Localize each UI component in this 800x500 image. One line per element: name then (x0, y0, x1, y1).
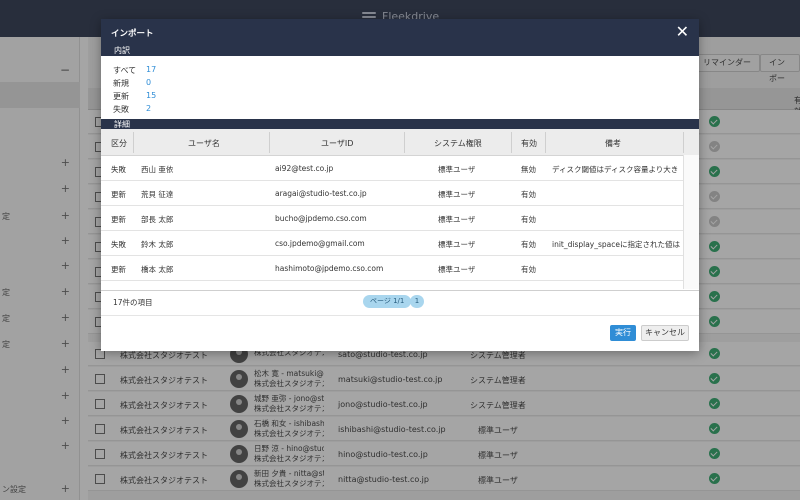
col-userid[interactable]: ユーザID (321, 138, 353, 149)
divider (101, 290, 699, 291)
divider (101, 315, 699, 316)
kind-cell: 更新 (111, 190, 126, 199)
summary-key: 失敗 (113, 105, 129, 114)
col-kind[interactable]: 区分 (111, 138, 127, 149)
column-divider (404, 132, 405, 153)
summary-failed: 失敗 2 (113, 104, 173, 116)
role-cell: 標準ユーザ (438, 240, 476, 249)
col-enabled[interactable]: 有効 (521, 138, 537, 149)
kind-cell: 更新 (111, 215, 126, 224)
column-divider (133, 132, 134, 153)
role-cell: 標準ユーザ (438, 265, 476, 274)
userid-cell: cso.jpdemo@gmail.com (275, 239, 365, 248)
enabled-cell: 有効 (521, 215, 536, 224)
table-row[interactable]: 失敗 鈴木 太郎 cso.jpdemo@gmail.com 標準ユーザ 有効 i… (101, 231, 699, 256)
username-cell: 西山 亜依 (141, 165, 174, 174)
col-role[interactable]: システム権限 (434, 138, 482, 149)
table-row[interactable]: 更新 部長 太郎 bucho@jpdemo.cso.com 標準ユーザ 有効 (101, 206, 699, 231)
col-username[interactable]: ユーザ名 (188, 138, 220, 149)
page-indicator: ページ 1/1 (363, 295, 412, 308)
col-note[interactable]: 備考 (605, 138, 621, 149)
username-cell: 橋本 太郎 (141, 265, 174, 274)
column-divider (269, 132, 270, 153)
page-number-button[interactable]: 1 (410, 295, 424, 308)
note-cell: init_display_spaceに指定された値は[ (552, 240, 680, 249)
dialog-title: インポート (111, 29, 154, 39)
table-row[interactable]: 更新 橋本 太郎 hashimoto@jpdemo.cso.com 標準ユーザ … (101, 256, 699, 281)
userid-cell: ai92@test.co.jp (275, 164, 334, 173)
userid-cell: aragai@studio-test.co.jp (275, 189, 367, 198)
username-cell: 鈴木 太郎 (141, 240, 174, 249)
kind-cell: 更新 (111, 265, 126, 274)
enabled-cell: 有効 (521, 240, 536, 249)
enabled-cell: 有効 (521, 190, 536, 199)
execute-button[interactable]: 実行 (610, 325, 636, 341)
kind-cell: 失敗 (111, 165, 126, 174)
username-cell: 部長 太郎 (141, 215, 174, 224)
summary-value[interactable]: 2 (146, 104, 151, 113)
import-dialog: インポート ✕ 内訳 すべて 17 新規 0 更新 15 失敗 2 詳細 区分 ユーザ名… (101, 19, 699, 351)
detail-scrollbar[interactable] (683, 155, 699, 289)
enabled-cell: 有効 (521, 265, 536, 274)
summary-new: 新規 0 (113, 78, 173, 90)
column-divider (683, 132, 684, 153)
role-cell: 標準ユーザ (438, 215, 476, 224)
item-count: 17件の項目 (113, 298, 153, 307)
summary-key: すべて (113, 66, 137, 75)
role-cell: 標準ユーザ (438, 190, 476, 199)
summary-label: 内訳 (114, 46, 130, 55)
kind-cell: 失敗 (111, 240, 126, 249)
table-row[interactable]: 更新 荒貝 征達 aragai@studio-test.co.jp 標準ユーザ … (101, 181, 699, 206)
summary-all: すべて 17 (113, 65, 173, 77)
summary-key: 更新 (113, 92, 129, 101)
note-cell: ディスク閾値はディスク容量より大き (552, 165, 679, 174)
summary-value[interactable]: 15 (146, 91, 156, 100)
table-row[interactable]: 失敗 西山 亜依 ai92@test.co.jp 標準ユーザ 無効 ディスク閾値… (101, 156, 699, 181)
cancel-button[interactable]: キャンセル (641, 325, 689, 341)
summary-key: 新規 (113, 79, 129, 88)
userid-cell: hashimoto@jpdemo.cso.com (275, 264, 384, 273)
summary-section-header: 内訳 (101, 45, 699, 56)
enabled-cell: 無効 (521, 165, 536, 174)
summary-updated: 更新 15 (113, 91, 173, 103)
column-divider (511, 132, 512, 153)
userid-cell: bucho@jpdemo.cso.com (275, 214, 367, 223)
column-divider (545, 132, 546, 153)
username-cell: 荒貝 征達 (141, 190, 174, 199)
close-icon[interactable]: ✕ (676, 23, 689, 41)
role-cell: 標準ユーザ (438, 165, 476, 174)
detail-table-header: 区分 ユーザ名 ユーザID システム権限 有効 備考 (101, 129, 699, 156)
summary-value[interactable]: 0 (146, 78, 151, 87)
summary-value[interactable]: 17 (146, 65, 156, 74)
